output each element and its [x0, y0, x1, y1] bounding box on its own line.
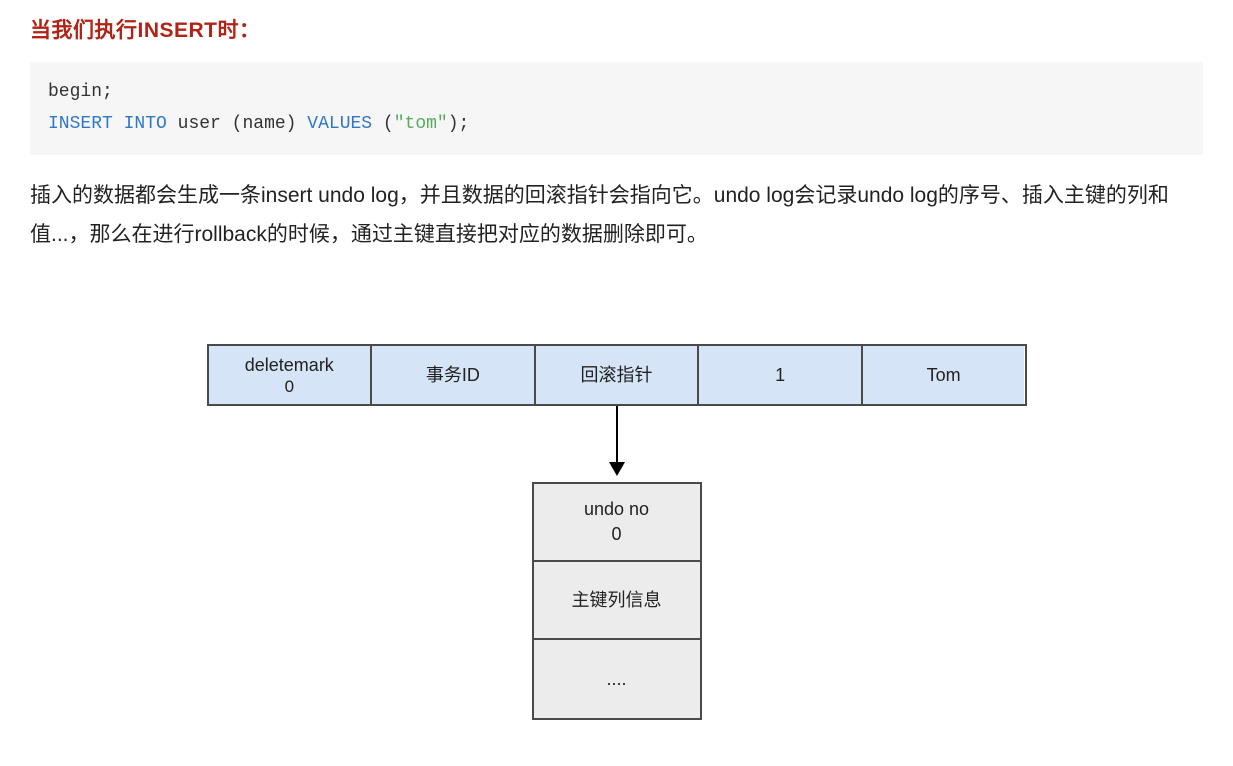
- code-line-1: begin;: [48, 76, 1185, 108]
- code-keyword-values: VALUES: [307, 114, 372, 134]
- record-cell-txid: 事务ID: [372, 346, 536, 404]
- undo-cell-more: ....: [534, 640, 700, 718]
- section-heading: 当我们执行INSERT时：: [30, 14, 1203, 44]
- record-cell-id: 1: [699, 346, 863, 404]
- code-block: begin; INSERT INTO user (name) VALUES ("…: [30, 62, 1203, 155]
- record-cell-name: Tom: [863, 346, 1025, 404]
- record-row: deletemark 0 事务ID 回滚指针 1 Tom: [207, 344, 1027, 406]
- arrow-down: [207, 406, 1027, 482]
- cell-label: deletemark: [245, 354, 334, 377]
- undo-log-stack: undo no 0 主键列信息 ....: [532, 482, 702, 720]
- undo-cell-no: undo no 0: [534, 484, 700, 562]
- code-cols: (name): [221, 114, 307, 134]
- code-string: "tom": [394, 114, 448, 134]
- explanation-paragraph: 插入的数据都会生成一条insert undo log，并且数据的回滚指针会指向它…: [30, 177, 1203, 255]
- record-cell-deletemark: deletemark 0: [209, 346, 373, 404]
- code-line-2: INSERT INTO user (name) VALUES ("tom");: [48, 108, 1185, 140]
- cell-sub: 0: [285, 376, 294, 397]
- code-keyword-into: INTO: [124, 114, 167, 134]
- undo-label: undo no: [584, 497, 649, 522]
- undo-label: ....: [606, 667, 626, 692]
- record-cell-rollback-ptr: 回滚指针: [536, 346, 700, 404]
- code-close: );: [448, 114, 470, 134]
- arrow-line-icon: [616, 406, 618, 468]
- diagram-container: deletemark 0 事务ID 回滚指针 1 Tom undo no 0: [30, 344, 1203, 720]
- cell-label: 回滚指针: [580, 364, 652, 387]
- undo-sub: 0: [611, 522, 621, 547]
- undo-cell-pk: 主键列信息: [534, 562, 700, 640]
- undo-label: 主键列信息: [572, 588, 662, 613]
- cell-label: 事务ID: [426, 364, 480, 387]
- code-keyword-insert: INSERT: [48, 114, 113, 134]
- code-open2: (: [372, 114, 394, 134]
- cell-label: Tom: [927, 364, 961, 387]
- code-table: user: [178, 114, 221, 134]
- cell-label: 1: [775, 364, 785, 387]
- arrow-head-icon: [609, 462, 625, 476]
